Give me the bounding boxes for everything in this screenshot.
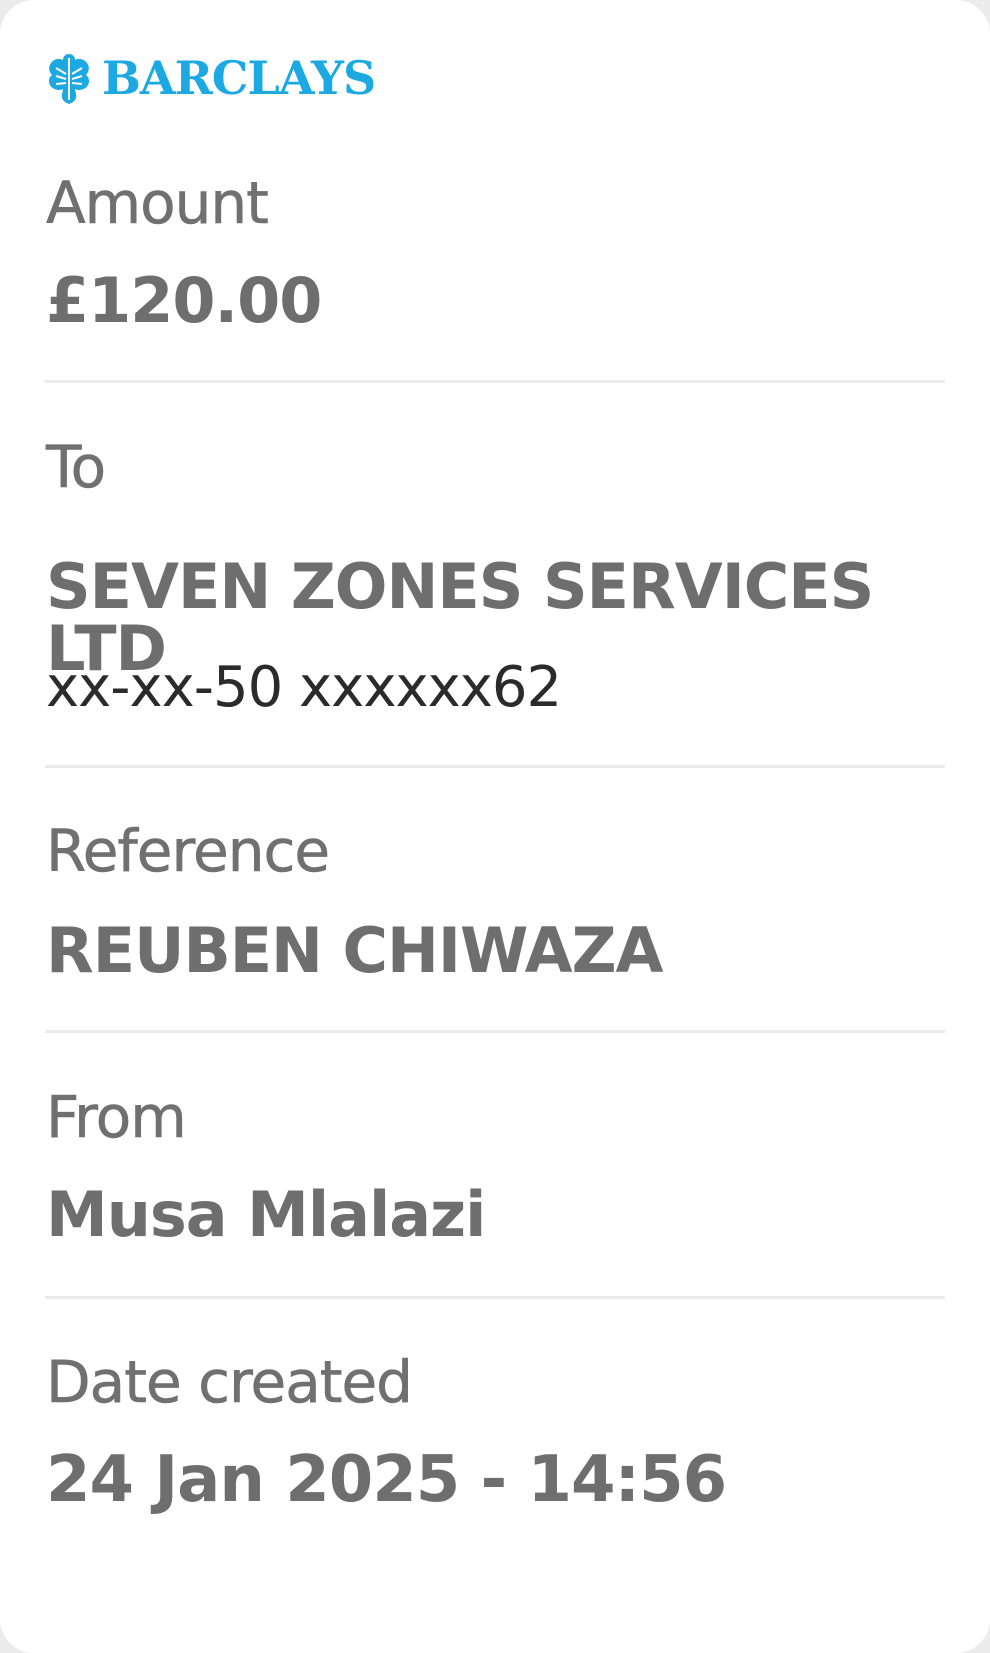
- reference-value-row: REUBEN CHIWAZA: [46, 920, 945, 982]
- to-section: To: [46, 433, 945, 501]
- date-created-value-row: 24 Jan 2025 - 14:56: [46, 1448, 945, 1512]
- from-label: From: [46, 1083, 187, 1151]
- reference-section: Reference: [46, 817, 945, 885]
- amount-value: £120.00: [46, 264, 322, 337]
- to-label: To: [46, 433, 107, 501]
- reference-value: REUBEN CHIWAZA: [46, 914, 664, 987]
- reference-label: Reference: [46, 817, 331, 885]
- date-created-label: Date created: [46, 1348, 414, 1416]
- payee-account-number: xx-xx-50 xxxxxx62: [46, 655, 562, 720]
- from-section: From: [46, 1083, 945, 1151]
- divider: [45, 1296, 945, 1299]
- barclays-logo: BARCLAYS: [44, 50, 376, 106]
- amount-value-row: £120.00: [46, 270, 945, 332]
- date-created-value: 24 Jan 2025 - 14:56: [46, 1443, 727, 1517]
- date-created-section: Date created: [46, 1348, 945, 1416]
- eagle-icon: [48, 54, 90, 104]
- to-account-row: xx-xx-50 xxxxxx62: [46, 660, 945, 716]
- divider: [45, 380, 945, 383]
- payment-receipt-card: BARCLAYS Amount £120.00 To SEVEN ZONES S…: [0, 0, 990, 1653]
- from-value-row: Musa Mlalazi: [46, 1184, 945, 1246]
- divider: [45, 765, 945, 768]
- payer-name: Musa Mlalazi: [46, 1178, 486, 1251]
- amount-label: Amount: [46, 169, 270, 237]
- divider: [45, 1030, 945, 1033]
- brand-wordmark: BARCLAYS: [102, 51, 376, 105]
- amount-section: Amount: [46, 169, 945, 237]
